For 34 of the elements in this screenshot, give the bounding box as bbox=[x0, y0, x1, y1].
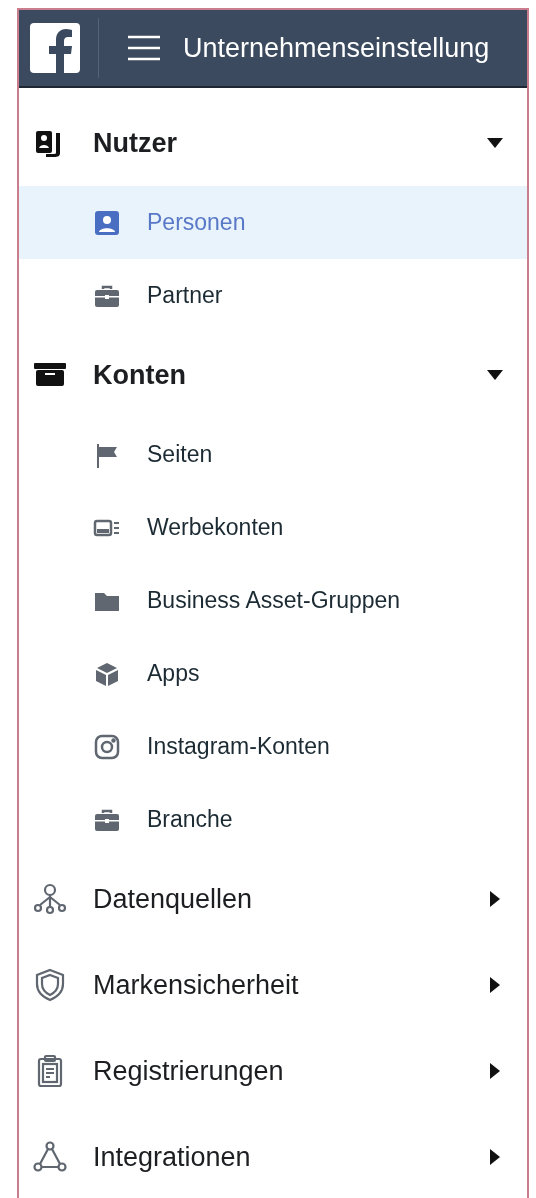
item-label: Personen bbox=[147, 208, 246, 238]
item-label: Apps bbox=[147, 659, 200, 689]
network-icon bbox=[32, 881, 68, 917]
item-label: Werbekonten bbox=[147, 513, 284, 543]
sidebar-section[interactable]: Datenquellen bbox=[19, 856, 527, 942]
sidebar-section[interactable]: Integrationen bbox=[19, 1114, 527, 1198]
item-label: Seiten bbox=[147, 440, 213, 470]
sidebar-item[interactable]: Business Asset-Gruppen bbox=[19, 564, 527, 637]
section-label: Datenquellen bbox=[93, 882, 254, 916]
section-label: Konten bbox=[93, 358, 187, 392]
sidebar-section[interactable]: Nutzer bbox=[19, 100, 527, 186]
camera-icon bbox=[93, 732, 121, 761]
sidebar-section[interactable]: Markensicherheit bbox=[19, 942, 527, 1028]
person-icon bbox=[93, 208, 121, 237]
item-label: Business Asset-Gruppen bbox=[147, 586, 401, 616]
sidebar-item[interactable]: Instagram-Konten bbox=[19, 710, 527, 783]
item-label: Instagram-Konten bbox=[147, 732, 330, 762]
sidebar-item[interactable]: Werbekonten bbox=[19, 491, 527, 564]
menu-icon[interactable] bbox=[127, 35, 161, 61]
item-label: Partner bbox=[147, 281, 223, 311]
section-label: Markensicherheit bbox=[93, 968, 300, 1002]
section-label: Registrierungen bbox=[93, 1054, 285, 1088]
section-label: Integrationen bbox=[93, 1140, 252, 1174]
sidebar-section[interactable]: Konten bbox=[19, 332, 527, 418]
sidebar-item[interactable]: Seiten bbox=[19, 418, 527, 491]
sidebar-item[interactable]: Personen bbox=[19, 186, 527, 259]
sidebar-item[interactable]: Branche bbox=[19, 783, 527, 856]
sidebar-item[interactable]: Partner bbox=[19, 259, 527, 332]
section-label: Nutzer bbox=[93, 126, 178, 160]
sidebar-section[interactable]: Registrierungen bbox=[19, 1028, 527, 1114]
facebook-logo-icon bbox=[30, 23, 80, 73]
item-label: Branche bbox=[147, 805, 233, 835]
sidebar-item[interactable]: Apps bbox=[19, 637, 527, 710]
page-title: Unternehmenseinstellung bbox=[183, 31, 490, 65]
